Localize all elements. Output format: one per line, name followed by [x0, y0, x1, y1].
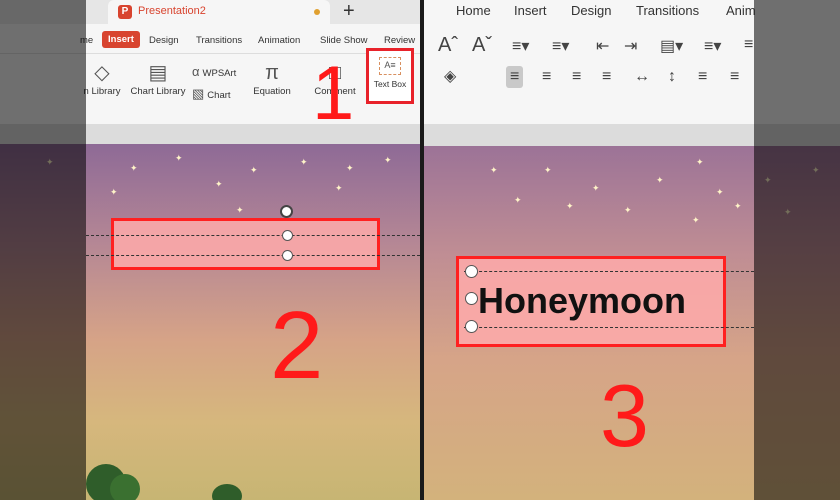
menu-design[interactable]: Design [149, 35, 179, 46]
numbering-icon[interactable]: ≡▾ [552, 36, 569, 56]
star-decoration: ✦ [812, 165, 820, 175]
menu-bar-right: Home Insert Design Transitions Anim [424, 0, 840, 26]
menu-bar: me Insert Design Transitions Animation S… [0, 24, 420, 54]
text-box-dashed-bottom [86, 255, 420, 256]
star-decoration: ✦ [696, 157, 704, 167]
align-left-icon[interactable]: ≡ [506, 66, 524, 88]
star-decoration: ✦ [624, 205, 632, 215]
increase-font-icon[interactable]: Aˆ [438, 34, 458, 57]
columns-icon[interactable]: ▤▾ [660, 36, 683, 56]
text-box-content[interactable]: Honeymoon [478, 280, 686, 322]
menu-slide-show[interactable]: Slide Show [320, 35, 368, 46]
wpsart-button[interactable]: α WPSArt [192, 64, 236, 79]
star-decoration: ✦ [784, 207, 792, 217]
text-box-button[interactable]: A≡ Text Box [366, 48, 414, 104]
star-decoration: ✦ [300, 157, 308, 167]
unsaved-dot [314, 9, 320, 15]
bush-decoration [110, 474, 140, 500]
home-ribbon: Aˆ Aˇ ≡▾ ≡▾ ⇤ ⇥ ▤▾ ≡▾ ≡ ◈ ≡ ≡ ≡ ≡ ↔ ↕ ≡ … [424, 26, 840, 124]
step-number-2: 2 [270, 292, 324, 399]
menu-insert[interactable]: Insert [514, 3, 547, 18]
menu-animations[interactable]: Anim [726, 3, 756, 18]
star-decoration: ✦ [236, 205, 244, 215]
line-spacing-2-icon[interactable]: ≡ [698, 68, 707, 86]
eraser-icon[interactable]: ◈ [444, 66, 456, 86]
text-box-dashed-top [86, 235, 420, 236]
menu-animation[interactable]: Animation [258, 35, 300, 46]
bush-decoration [212, 484, 242, 500]
rotate-handle[interactable] [280, 205, 293, 218]
menu-design[interactable]: Design [571, 3, 611, 18]
insert-ribbon: ◇ n Library ▤ Chart Library α WPSArt ▧ Cha… [0, 54, 420, 124]
document-title: Presentation2 [138, 5, 206, 17]
spacing-more-icon[interactable]: ≡ [730, 68, 739, 86]
resize-handle-bottom[interactable] [282, 250, 293, 261]
distribute-icon[interactable]: ↔ [634, 68, 650, 86]
star-decoration: ✦ [215, 179, 223, 189]
presentation-icon: P [118, 5, 132, 19]
star-decoration: ✦ [110, 187, 118, 197]
star-decoration: ✦ [490, 165, 498, 175]
chart-library-button[interactable]: ▤ Chart Library [130, 60, 186, 97]
bullets-icon[interactable]: ≡▾ [512, 36, 529, 56]
slide-workspace-margin [0, 124, 420, 144]
text-direction-icon[interactable]: ≡ [744, 36, 753, 54]
star-decoration: ✦ [566, 201, 574, 211]
increase-indent-icon[interactable]: ⇥ [624, 36, 637, 56]
resize-handle-top[interactable] [282, 230, 293, 241]
decrease-font-icon[interactable]: Aˇ [472, 34, 492, 57]
resize-handle-middle-left[interactable] [465, 292, 478, 305]
star-decoration: ✦ [716, 187, 724, 197]
menu-home[interactable]: me [80, 35, 93, 46]
text-box-dashed-bottom [464, 327, 754, 328]
wpsart-icon: α [192, 64, 200, 79]
star-decoration: ✦ [592, 183, 600, 193]
resize-handle-top-left[interactable] [465, 265, 478, 278]
star-decoration: ✦ [346, 163, 354, 173]
bar-chart-icon: ▧ [192, 86, 205, 101]
text-box-dashed-top [464, 271, 754, 272]
slide-workspace-margin-right [424, 124, 840, 146]
justify-icon[interactable]: ≡ [602, 68, 611, 86]
star-decoration: ✦ [692, 215, 700, 225]
align-center-icon[interactable]: ≡ [542, 68, 551, 86]
star-decoration: ✦ [335, 183, 343, 193]
star-decoration: ✦ [46, 157, 54, 167]
menu-transitions[interactable]: Transitions [196, 35, 242, 46]
document-tab[interactable]: P Presentation2 [108, 0, 330, 24]
resize-handle-bottom-left[interactable] [465, 320, 478, 333]
menu-review[interactable]: Review [384, 35, 415, 46]
step-number-3: 3 [600, 366, 649, 465]
chart-library-icon: ▤ [148, 62, 168, 84]
align-right-icon[interactable]: ≡ [572, 68, 581, 86]
star-decoration: ✦ [764, 175, 772, 185]
paragraph-spacing-icon[interactable]: ↕ [668, 68, 676, 86]
left-panel: P Presentation2 + me Insert Design Trans… [0, 0, 420, 500]
star-decoration: ✦ [734, 201, 742, 211]
step-number-1: 1 [312, 51, 355, 136]
shapes-icon: ◇ [94, 62, 110, 84]
menu-home[interactable]: Home [456, 3, 491, 18]
star-decoration: ✦ [656, 175, 664, 185]
star-decoration: ✦ [544, 165, 552, 175]
line-spacing-icon[interactable]: ≡▾ [704, 36, 721, 56]
decrease-indent-icon[interactable]: ⇤ [596, 36, 609, 56]
star-decoration: ✦ [130, 163, 138, 173]
new-tab-button[interactable]: + [343, 0, 355, 22]
star-decoration: ✦ [514, 195, 522, 205]
new-text-box-highlight[interactable] [111, 218, 380, 270]
menu-transitions[interactable]: Transitions [636, 3, 699, 18]
pi-icon: π [265, 62, 279, 84]
text-box-icon: A≡ [379, 57, 401, 75]
slide-canvas[interactable]: ✦ ✦ ✦ ✦ ✦ ✦ ✦ ✦ ✦ ✦ ✦ [0, 144, 420, 500]
star-decoration: ✦ [384, 155, 392, 165]
document-tab-bar: P Presentation2 + [0, 0, 420, 24]
menu-insert[interactable]: Insert [102, 31, 140, 48]
star-decoration: ✦ [250, 165, 258, 175]
star-decoration: ✦ [175, 153, 183, 163]
chart-button[interactable]: ▧ Chart [192, 86, 231, 102]
icon-library-button[interactable]: ◇ n Library [78, 60, 126, 97]
equation-button[interactable]: π Equation [248, 60, 296, 97]
